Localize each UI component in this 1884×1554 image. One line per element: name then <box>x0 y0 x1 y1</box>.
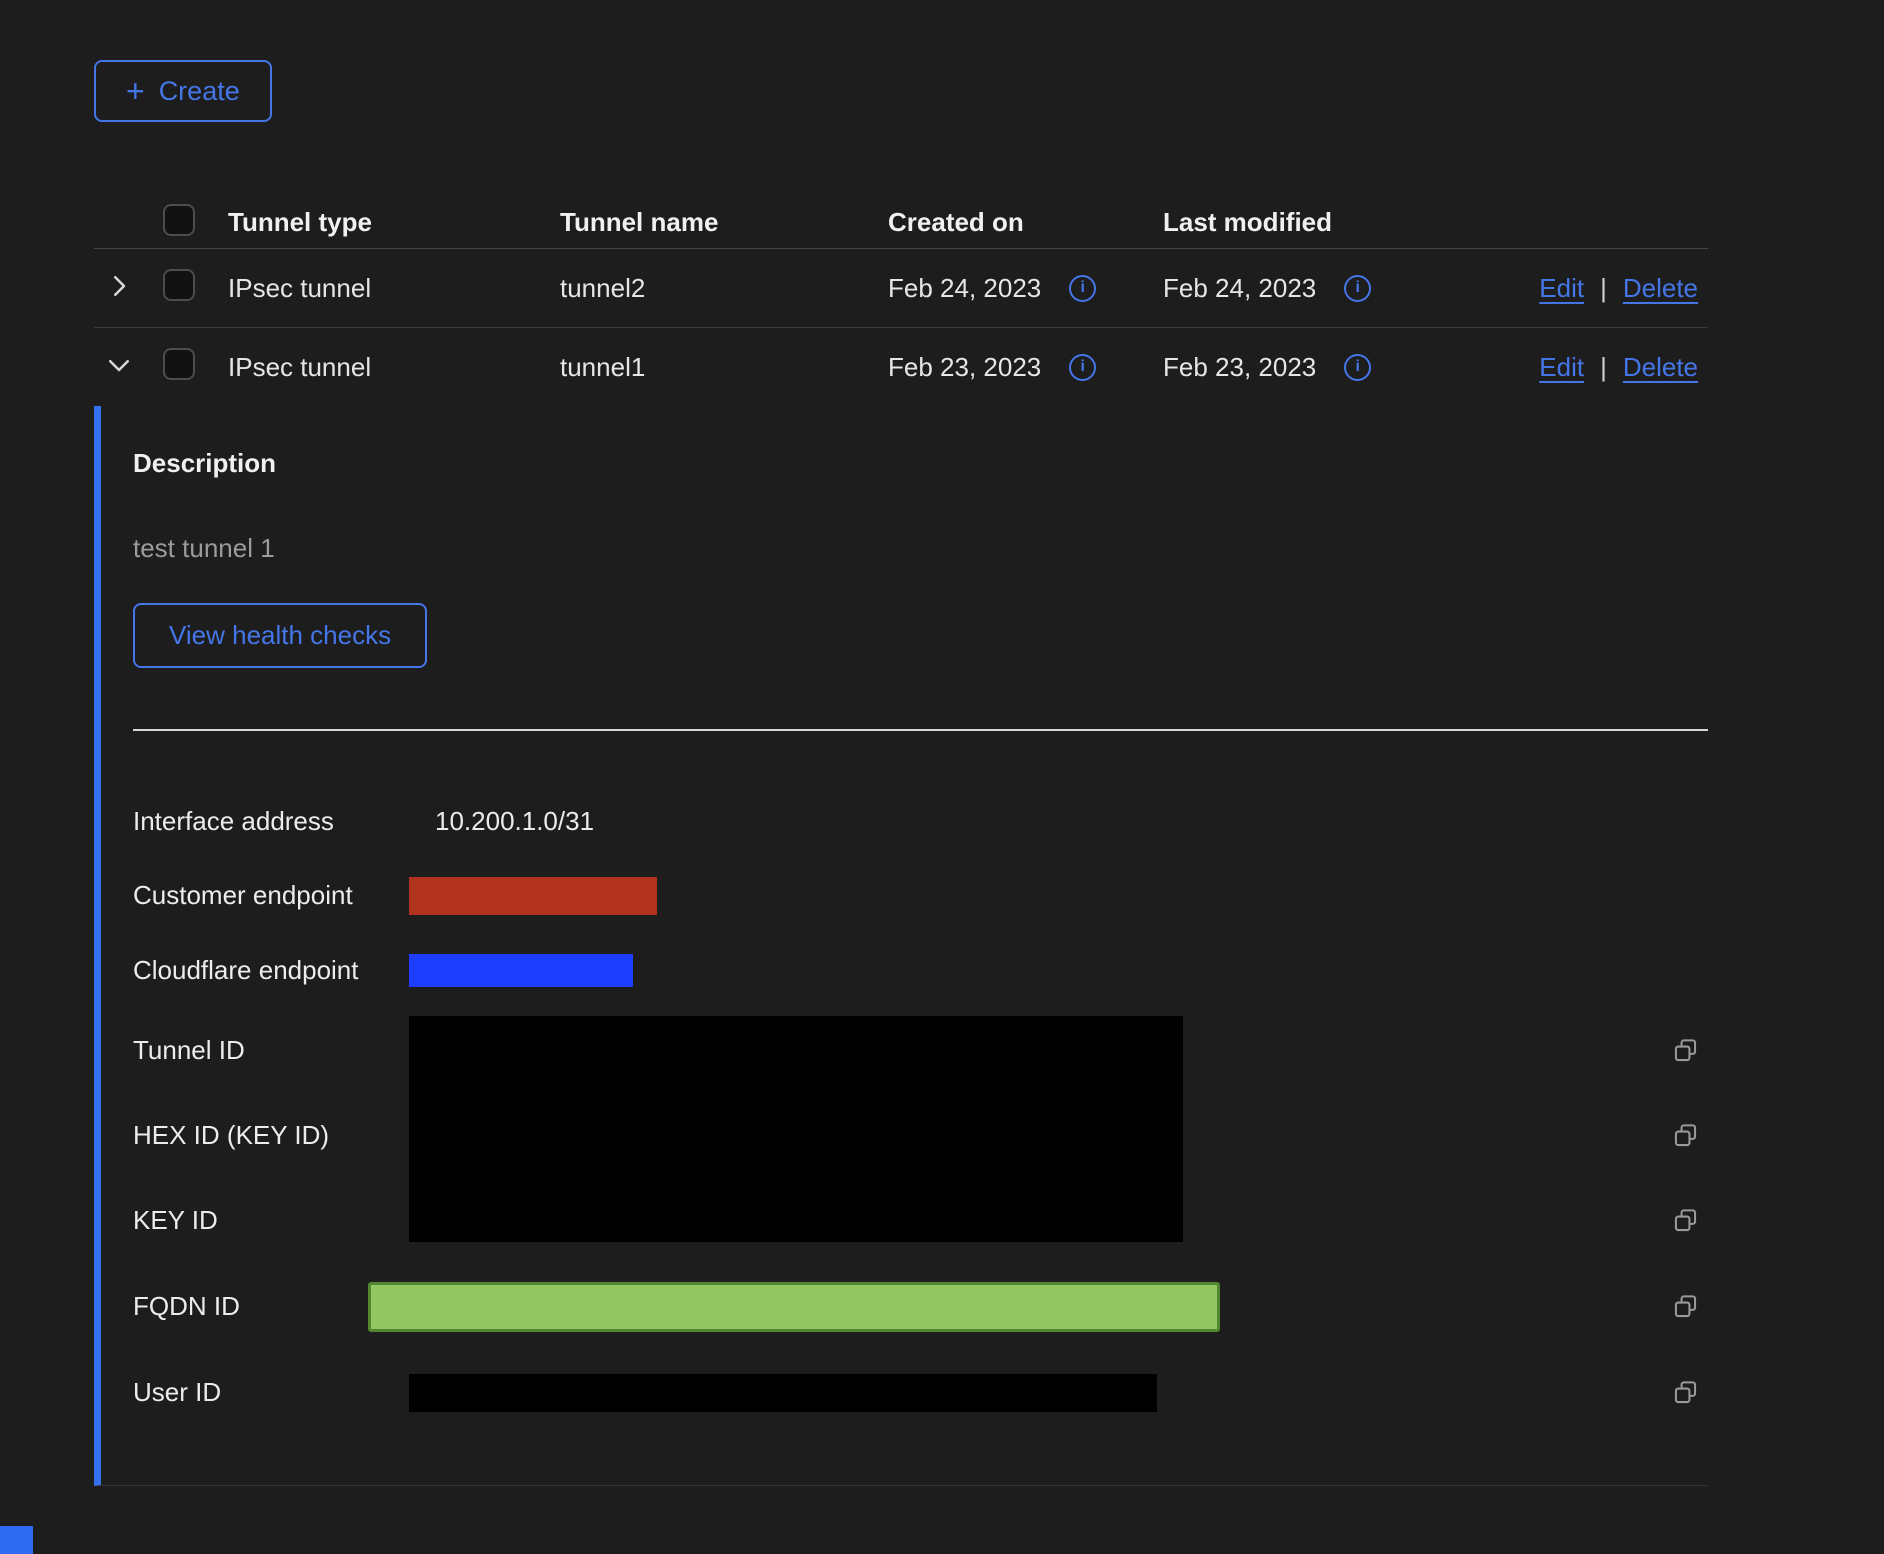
action-separator: | <box>1600 273 1607 304</box>
interface-address-label: Interface address <box>133 806 409 837</box>
copy-user-id-button[interactable] <box>1672 1379 1699 1406</box>
field-row-customer-endpoint: Customer endpoint <box>133 858 1708 933</box>
row-checkbox[interactable] <box>163 269 195 301</box>
delete-link[interactable]: Delete <box>1623 273 1698 304</box>
copy-icon <box>1672 1379 1699 1406</box>
info-icon[interactable]: i <box>1069 354 1096 381</box>
tunnels-page: + Create Tunnel type Tunnel name Created… <box>0 0 1884 1486</box>
copy-icon <box>1672 1293 1699 1320</box>
tunnel-details-panel: Description test tunnel 1 View health ch… <box>94 406 1708 1486</box>
row-checkbox[interactable] <box>163 348 195 380</box>
interface-address-value: 10.200.1.0/31 <box>409 806 594 837</box>
copy-icon <box>1672 1037 1699 1064</box>
delete-link[interactable]: Delete <box>1623 352 1698 383</box>
bottom-left-accent <box>0 1526 33 1554</box>
table-row-tunnel1: IPsec tunnel tunnel1 Feb 23, 2023 i Feb … <box>94 328 1708 406</box>
field-row-cloudflare-endpoint: Cloudflare endpoint <box>133 933 1708 1008</box>
copy-icon <box>1672 1207 1699 1234</box>
description-label: Description <box>133 446 1708 480</box>
redacted-ids-value-block <box>409 1016 1183 1242</box>
plus-icon: + <box>126 75 145 107</box>
field-row-fqdn-id: FQDN ID <box>133 1263 1708 1350</box>
create-button[interactable]: + Create <box>94 60 272 122</box>
copy-key-id-button[interactable] <box>1672 1207 1699 1234</box>
copy-icon <box>1672 1122 1699 1149</box>
info-icon[interactable]: i <box>1069 275 1096 302</box>
column-header-last-modified: Last modified <box>1163 207 1698 238</box>
select-all-checkbox[interactable] <box>163 204 195 236</box>
tunnel-type-cell: IPsec tunnel <box>228 273 560 304</box>
tunnel-name-cell: tunnel2 <box>560 273 888 304</box>
field-row-interface-address: Interface address 10.200.1.0/31 <box>133 784 1708 858</box>
key-id-label: KEY ID <box>133 1205 409 1236</box>
cloudflare-endpoint-label: Cloudflare endpoint <box>133 955 409 986</box>
info-icon[interactable]: i <box>1344 354 1371 381</box>
expand-row-button[interactable] <box>102 269 136 303</box>
chevron-down-icon <box>104 350 134 380</box>
chevron-right-icon <box>104 271 134 301</box>
column-header-tunnel-name: Tunnel name <box>560 207 888 238</box>
details-divider <box>133 729 1708 731</box>
tunnels-table: Tunnel type Tunnel name Created on Last … <box>94 196 1708 1486</box>
copy-tunnel-id-button[interactable] <box>1672 1037 1699 1064</box>
edit-link[interactable]: Edit <box>1539 273 1584 304</box>
tunnel-name-cell: tunnel1 <box>560 352 888 383</box>
column-header-created-on: Created on <box>888 207 1163 238</box>
table-header-row: Tunnel type Tunnel name Created on Last … <box>94 196 1708 249</box>
view-health-checks-button[interactable]: View health checks <box>133 603 427 668</box>
tunnel-type-cell: IPsec tunnel <box>228 352 560 383</box>
collapse-row-button[interactable] <box>102 348 136 382</box>
hex-id-label: HEX ID (KEY ID) <box>133 1120 409 1151</box>
redacted-customer-endpoint-value <box>409 877 657 915</box>
redacted-fqdn-id-value <box>368 1282 1220 1332</box>
redacted-cloudflare-endpoint-value <box>409 954 633 987</box>
description-value: test tunnel 1 <box>133 531 1708 565</box>
created-on-value: Feb 24, 2023 <box>888 273 1041 304</box>
create-button-label: Create <box>159 76 240 107</box>
tunnel-fields: Interface address 10.200.1.0/31 Customer… <box>133 784 1708 1435</box>
copy-hex-id-button[interactable] <box>1672 1122 1699 1149</box>
info-icon[interactable]: i <box>1344 275 1371 302</box>
redacted-user-id-value <box>409 1374 1157 1412</box>
tunnel-id-label: Tunnel ID <box>133 1035 409 1066</box>
action-separator: | <box>1600 352 1607 383</box>
edit-link[interactable]: Edit <box>1539 352 1584 383</box>
customer-endpoint-label: Customer endpoint <box>133 880 409 911</box>
created-on-value: Feb 23, 2023 <box>888 352 1041 383</box>
last-modified-value: Feb 23, 2023 <box>1163 352 1316 383</box>
table-row-tunnel2: IPsec tunnel tunnel2 Feb 24, 2023 i Feb … <box>94 249 1708 328</box>
user-id-label: User ID <box>133 1377 409 1408</box>
last-modified-value: Feb 24, 2023 <box>1163 273 1316 304</box>
column-header-tunnel-type: Tunnel type <box>228 207 560 238</box>
copy-fqdn-id-button[interactable] <box>1672 1293 1699 1320</box>
field-row-user-id: User ID <box>133 1350 1708 1435</box>
